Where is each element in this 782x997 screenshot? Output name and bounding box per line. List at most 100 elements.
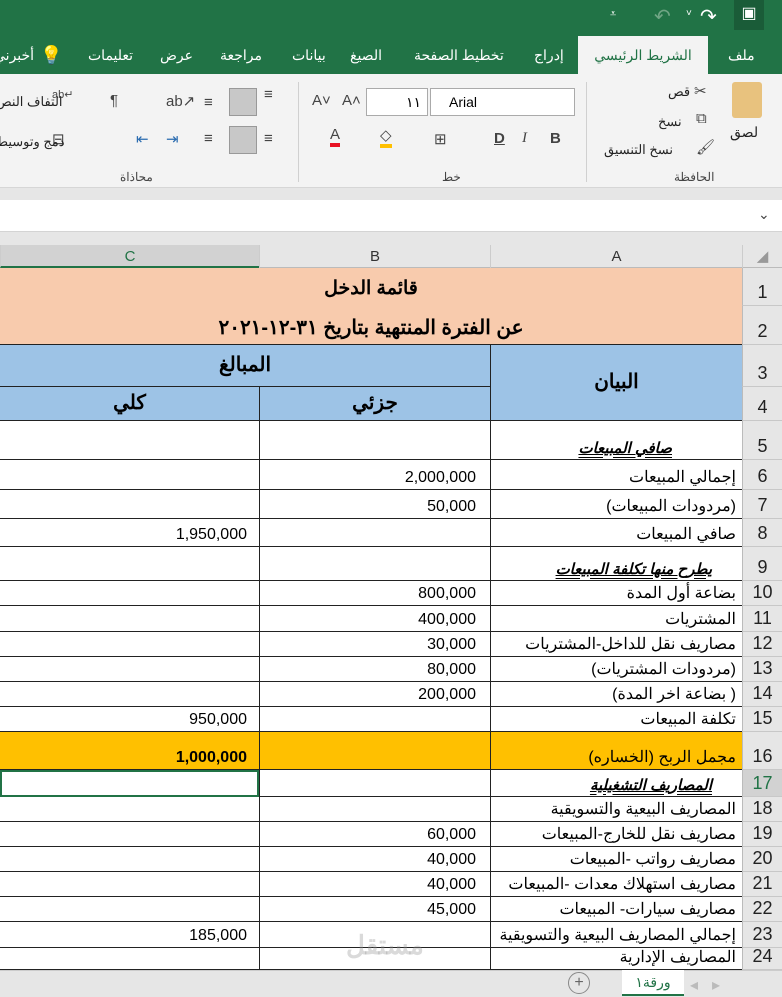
row-header[interactable]: 11 — [742, 606, 782, 632]
header-partial[interactable]: جزئي — [259, 387, 490, 421]
partial-amount-cell[interactable] — [259, 797, 490, 822]
partial-amount-cell[interactable] — [259, 770, 490, 797]
description-cell[interactable]: مصاريف نقل للداخل-المشتريات — [490, 632, 742, 657]
paste-icon[interactable] — [732, 82, 762, 118]
column-header-a[interactable]: A — [490, 245, 742, 268]
total-amount-cell[interactable] — [0, 797, 259, 822]
increase-indent-icon[interactable]: ⇥ — [166, 130, 179, 148]
paste-button[interactable]: لصق — [730, 124, 758, 141]
customize-qat-icon[interactable]: ⩡ — [610, 8, 616, 21]
description-cell[interactable]: (مردودات المبيعات) — [490, 490, 742, 519]
row-header[interactable]: 2 — [742, 306, 782, 345]
row-header[interactable]: 15 — [742, 707, 782, 732]
sheet-tab-1[interactable]: ورقة١ — [622, 970, 684, 996]
total-amount-cell[interactable] — [0, 872, 259, 897]
scroll-sheets-right-icon[interactable]: ▸ — [712, 975, 720, 995]
decrease-indent-icon[interactable]: ⇤ — [136, 130, 149, 148]
tab-formulas[interactable]: الصيغ — [350, 36, 382, 74]
partial-amount-cell[interactable]: 40,000 — [259, 847, 490, 872]
row-header[interactable]: 1 — [742, 268, 782, 306]
total-amount-cell[interactable] — [0, 948, 259, 970]
row-header[interactable]: 6 — [742, 460, 782, 490]
total-amount-cell[interactable] — [0, 490, 259, 519]
row-header[interactable]: 16 — [742, 732, 782, 770]
row-header[interactable]: 7 — [742, 490, 782, 519]
description-cell[interactable]: مصاريف رواتب -المبيعات — [490, 847, 742, 872]
formula-bar[interactable]: ⌄ — [0, 200, 782, 232]
partial-amount-cell[interactable]: 200,000 — [259, 682, 490, 707]
partial-amount-cell[interactable]: 80,000 — [259, 657, 490, 682]
text-direction-icon[interactable]: ¶ — [110, 92, 118, 109]
header-total[interactable]: كلي — [0, 387, 259, 421]
partial-amount-cell[interactable]: 800,000 — [259, 581, 490, 606]
save-icon[interactable]: ▣ — [734, 0, 764, 30]
row-header[interactable]: 14 — [742, 682, 782, 707]
total-amount-cell[interactable] — [0, 822, 259, 847]
align-middle-button[interactable] — [229, 88, 257, 116]
description-cell[interactable]: المصاريف الإدارية — [490, 948, 742, 970]
description-cell[interactable]: المصاريف التشغيلية — [490, 770, 742, 797]
row-header[interactable]: 24 — [742, 946, 782, 970]
align-right-icon[interactable]: ≡ — [264, 130, 273, 147]
report-subtitle[interactable]: عن الفترة المنتهية بتاريخ ٣١-١٢-٢٠٢١ — [0, 306, 742, 345]
total-amount-cell[interactable] — [0, 897, 259, 922]
merge-center-button[interactable]: دمج وتوسيط — [0, 134, 65, 150]
row-header[interactable]: 8 — [742, 519, 782, 547]
add-sheet-icon[interactable]: + — [568, 972, 590, 994]
increase-font-icon[interactable]: A˄ — [342, 92, 361, 109]
total-amount-cell[interactable] — [0, 657, 259, 682]
redo-icon[interactable]: ↷ — [700, 4, 717, 29]
total-amount-cell[interactable] — [0, 460, 259, 490]
description-cell[interactable]: إجمالي المصاريف البيعية والتسويقية — [490, 922, 742, 948]
row-header[interactable]: 23 — [742, 922, 782, 948]
row-header[interactable]: 10 — [742, 581, 782, 606]
description-cell[interactable]: مصاريف سيارات- المبيعات — [490, 897, 742, 922]
partial-amount-cell[interactable]: 60,000 — [259, 822, 490, 847]
tab-view[interactable]: عرض — [160, 36, 193, 74]
tab-data[interactable]: بيانات — [292, 36, 326, 74]
select-all-corner[interactable]: ◢ — [742, 245, 782, 268]
total-amount-cell[interactable] — [0, 682, 259, 707]
column-header-c[interactable]: C — [0, 245, 259, 268]
fill-color-icon[interactable]: ◇ — [380, 126, 392, 148]
column-header-b[interactable]: B — [259, 245, 490, 268]
align-center-button[interactable] — [229, 126, 257, 154]
total-amount-cell[interactable]: 1,950,000 — [0, 519, 259, 547]
total-amount-cell[interactable] — [0, 547, 259, 581]
align-left-icon[interactable]: ≡ — [204, 130, 213, 147]
font-color-icon[interactable]: A — [330, 126, 341, 147]
description-cell[interactable]: مصاريف نقل للخارج-المبيعات — [490, 822, 742, 847]
description-cell[interactable]: المصاريف البيعية والتسويقية — [490, 797, 742, 822]
description-cell[interactable]: صافي المبيعات — [490, 421, 742, 460]
underline-button[interactable]: D — [494, 130, 505, 147]
total-amount-cell[interactable]: 185,000 — [0, 922, 259, 948]
description-cell[interactable]: بضاعة أول المدة — [490, 581, 742, 606]
description-cell[interactable]: مصاريف استهلاك معدات -المبيعات — [490, 872, 742, 897]
report-title[interactable]: قائمة الدخل — [0, 268, 742, 306]
description-cell[interactable]: صافي المبيعات — [490, 519, 742, 547]
cut-button[interactable]: قص — [668, 84, 690, 100]
row-header[interactable]: 22 — [742, 897, 782, 922]
total-amount-cell[interactable] — [0, 421, 259, 460]
wrap-text-button[interactable]: التفاف النص — [0, 94, 63, 110]
total-amount-cell[interactable]: 1,000,000 — [0, 732, 259, 770]
row-header[interactable]: 12 — [742, 632, 782, 657]
row-header[interactable]: 4 — [742, 387, 782, 421]
total-amount-cell[interactable]: 950,000 — [0, 707, 259, 732]
bold-button[interactable]: B — [550, 130, 561, 147]
row-header[interactable]: 21 — [742, 872, 782, 897]
description-cell[interactable]: يطرح منها تكلفة المبيعات — [490, 547, 742, 581]
partial-amount-cell[interactable]: 400,000 — [259, 606, 490, 632]
row-header[interactable]: 20 — [742, 847, 782, 872]
partial-amount-cell[interactable]: 40,000 — [259, 872, 490, 897]
orientation-icon[interactable]: ab↗ — [166, 92, 195, 110]
tab-insert[interactable]: إدراج — [534, 36, 564, 74]
tab-page-layout[interactable]: تخطيط الصفحة — [414, 36, 504, 74]
description-cell[interactable]: (مردودات المشتريات) — [490, 657, 742, 682]
row-header[interactable]: 17 — [742, 770, 782, 797]
decrease-font-icon[interactable]: A˅ — [312, 92, 331, 109]
expand-formula-bar-icon[interactable]: ⌄ — [758, 206, 770, 223]
format-painter-button[interactable]: نسخ التنسيق — [604, 142, 673, 158]
partial-amount-cell[interactable] — [259, 732, 490, 770]
total-amount-cell[interactable] — [0, 581, 259, 606]
